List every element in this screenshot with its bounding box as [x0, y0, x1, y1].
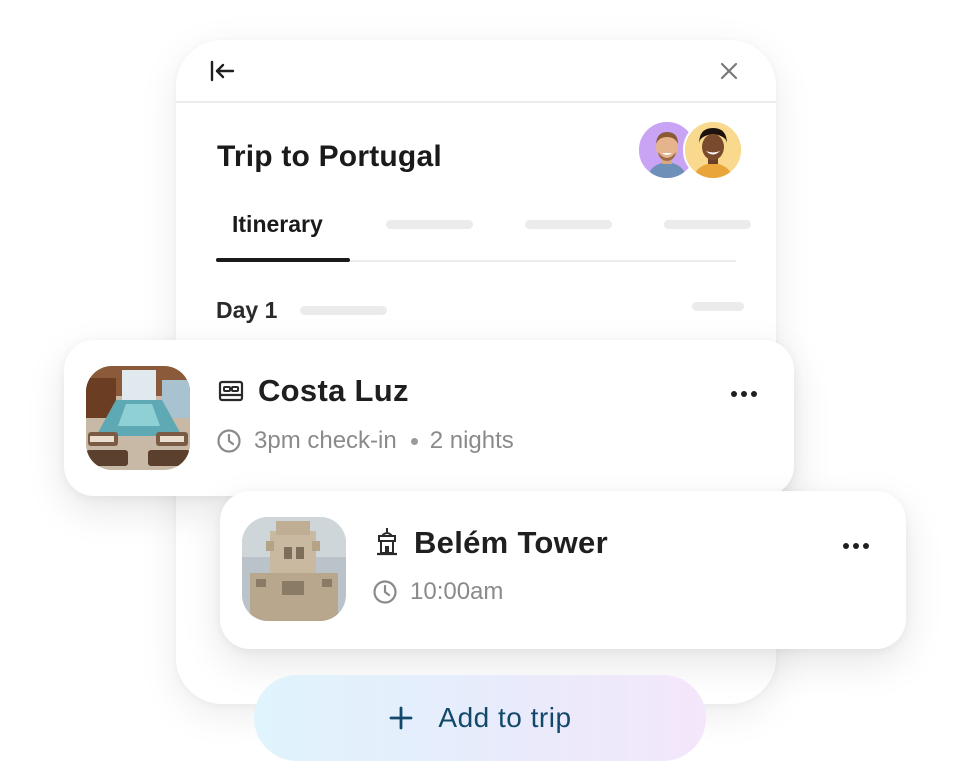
checkin-time: 3pm check-in: [254, 427, 397, 454]
active-tab-indicator: [216, 258, 350, 262]
hotel-thumbnail: [86, 366, 190, 470]
avatar[interactable]: [683, 120, 743, 180]
tab-itinerary[interactable]: Itinerary: [216, 208, 350, 262]
separator-dot: [410, 437, 418, 445]
collaborators[interactable]: [637, 120, 747, 180]
close-button[interactable]: [711, 53, 747, 89]
more-options-button[interactable]: [722, 376, 766, 412]
clock-icon: [217, 429, 241, 453]
day-heading: Day 1: [216, 297, 278, 323]
landmark-thumbnail: [242, 517, 346, 621]
card-title: Costa Luz: [258, 373, 409, 408]
itinerary-card-landmark[interactable]: Belém Tower 10:00am: [220, 491, 906, 649]
tab-placeholder[interactable]: [664, 220, 751, 229]
landmark-icon: [377, 528, 397, 556]
close-icon: [720, 62, 738, 80]
visit-time: 10:00am: [410, 578, 504, 605]
card-meta: 10:00am: [372, 577, 503, 607]
collapse-left-icon: [210, 60, 235, 82]
more-options-button[interactable]: [834, 528, 878, 564]
panel-topbar: [176, 40, 776, 103]
more-horizontal-icon: [843, 543, 869, 549]
bed-icon: [218, 380, 244, 402]
card-title: Belém Tower: [414, 525, 608, 560]
page-title: Trip to Portugal: [217, 140, 442, 173]
tab-label: Itinerary: [232, 211, 323, 237]
tab-placeholder[interactable]: [386, 220, 473, 229]
skeleton-line: [300, 306, 387, 315]
plus-icon: [390, 706, 413, 730]
belem-tower-image: [242, 517, 346, 621]
collapse-button[interactable]: [204, 53, 240, 89]
skeleton-line: [692, 302, 744, 311]
more-horizontal-icon: [731, 391, 757, 397]
clock-icon: [373, 580, 397, 604]
person-avatar-icon: [685, 122, 741, 178]
add-to-trip-label: Add to trip: [438, 702, 572, 733]
stay-duration: 2 nights: [429, 427, 514, 454]
add-to-trip-button[interactable]: Add to trip: [254, 675, 706, 761]
hotel-pool-image: [86, 366, 190, 470]
stage: Trip to Portugal Itinerary Day 1 Costa L…: [0, 0, 970, 772]
itinerary-card-hotel[interactable]: Costa Luz 3pm check-in 2 nights: [64, 340, 794, 496]
card-meta: 3pm check-in 2 nights: [216, 426, 514, 456]
tab-placeholder[interactable]: [525, 220, 612, 229]
tab-bar: Itinerary: [216, 208, 751, 262]
